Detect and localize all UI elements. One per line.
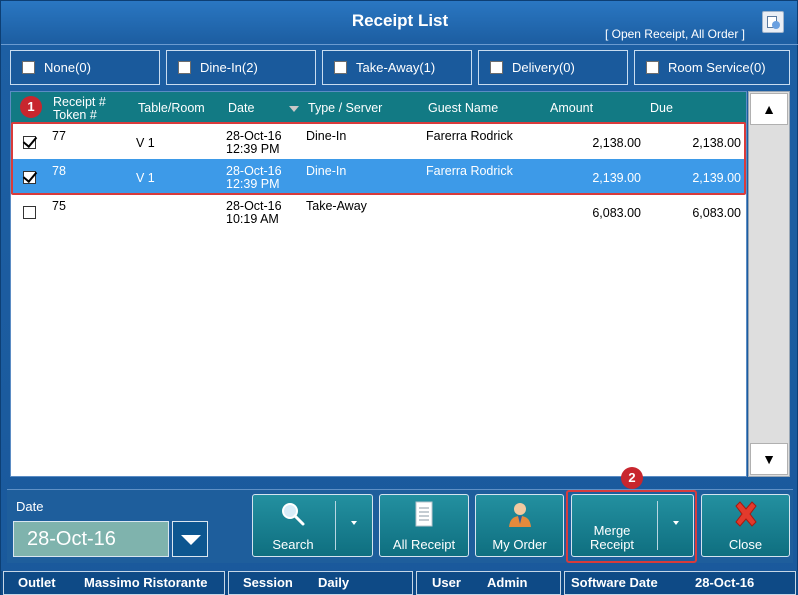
table-row[interactable]: 75 28-Oct-16 10:19 AM Take-Away 6,083.00…: [11, 194, 746, 229]
status-outlet: Outlet Massimo Ristorante: [3, 571, 225, 595]
filter-label: Delivery(0): [512, 60, 575, 75]
close-x-icon: [734, 501, 757, 527]
split-divider: [335, 501, 336, 550]
date-dropdown-button[interactable]: [172, 521, 208, 557]
step-badge-1: 1: [20, 96, 42, 118]
status-software-date: Software Date 28-Oct-16: [564, 571, 796, 595]
filter-checkbox[interactable]: [178, 61, 191, 74]
scroll-down-button[interactable]: ▼: [750, 443, 788, 475]
filter-take-away[interactable]: Take-Away(1): [322, 50, 472, 85]
receipt-icon: [415, 501, 433, 527]
all-receipt-label: All Receipt: [392, 537, 456, 552]
cell-receipt: 75: [52, 199, 66, 213]
user-icon: [508, 503, 531, 527]
step-badge-2: 2: [621, 467, 643, 489]
date-field[interactable]: 28-Oct-16: [13, 521, 169, 557]
software-date-label: Software Date: [571, 575, 658, 590]
date-label: Date: [16, 499, 44, 514]
filter-label: Take-Away(1): [356, 60, 436, 75]
grid-header: Receipt # Token # Table/Room Date Type /…: [11, 92, 746, 124]
status-bar: Outlet Massimo Ristorante Session Daily …: [1, 571, 798, 595]
close-button[interactable]: Close: [701, 494, 790, 557]
filter-delivery[interactable]: Delivery(0): [478, 50, 628, 85]
filter-room-service[interactable]: Room Service(0): [634, 50, 790, 85]
my-order-label: My Order: [492, 537, 547, 552]
cell-amount: 6,083.00: [592, 206, 641, 220]
search-button[interactable]: Search: [252, 494, 373, 557]
software-date-value: 28-Oct-16: [695, 575, 755, 590]
status-user: User Admin: [416, 571, 561, 595]
column-due[interactable]: Due: [650, 101, 673, 115]
column-guest-name[interactable]: Guest Name: [428, 101, 498, 115]
column-date[interactable]: Date: [228, 101, 254, 115]
receipt-list-window: Receipt List [ Open Receipt, All Order ]…: [0, 0, 798, 595]
column-type-server[interactable]: Type / Server: [308, 101, 382, 115]
filter-label: Dine-In(2): [200, 60, 258, 75]
filter-label: None(0): [44, 60, 91, 75]
filter-checkbox[interactable]: [490, 61, 503, 74]
sort-desc-icon: [289, 106, 299, 112]
cell-date: 28-Oct-16: [226, 199, 282, 213]
cell-due: 6,083.00: [692, 206, 741, 220]
outlet-label: Outlet: [18, 575, 56, 590]
user-label: User: [432, 575, 461, 590]
my-order-button[interactable]: My Order: [475, 494, 564, 557]
column-table-room[interactable]: Table/Room: [138, 101, 205, 115]
filter-dine-in[interactable]: Dine-In(2): [166, 50, 316, 85]
session-label: Session: [243, 575, 293, 590]
cell-time: 10:19 AM: [226, 212, 279, 226]
filter-checkbox[interactable]: [334, 61, 347, 74]
close-label: Close: [728, 537, 763, 552]
session-value: Daily: [318, 575, 350, 590]
filter-none[interactable]: None(0): [10, 50, 160, 85]
magnifier-icon: [282, 503, 305, 526]
status-session: Session Daily: [228, 571, 413, 595]
filter-label: Room Service(0): [668, 60, 766, 75]
scroll-up-button[interactable]: ▲: [750, 93, 788, 125]
filter-checkbox[interactable]: [22, 61, 35, 74]
row-checkbox[interactable]: [23, 206, 36, 219]
selected-rows-highlight: [11, 122, 746, 195]
search-dropdown-caret[interactable]: [351, 521, 357, 525]
order-type-filter-bar: None(0) Dine-In(2) Take-Away(1) Delivery…: [1, 44, 798, 88]
merge-button-highlight: [566, 490, 697, 563]
grid-scrollbar[interactable]: ▲ ▼: [748, 91, 790, 477]
column-amount[interactable]: Amount: [550, 101, 593, 115]
cell-type: Take-Away: [306, 199, 367, 213]
window-subtitle: [ Open Receipt, All Order ]: [604, 27, 745, 41]
outlet-value: Massimo Ristorante: [84, 575, 208, 590]
search-button-label: Search: [272, 537, 314, 552]
all-receipt-button[interactable]: All Receipt: [379, 494, 469, 557]
app-settings-icon[interactable]: [762, 11, 784, 33]
column-receipt[interactable]: Receipt #: [53, 95, 106, 109]
column-token[interactable]: Token #: [53, 108, 97, 122]
user-value: Admin: [487, 575, 528, 590]
filter-checkbox[interactable]: [646, 61, 659, 74]
